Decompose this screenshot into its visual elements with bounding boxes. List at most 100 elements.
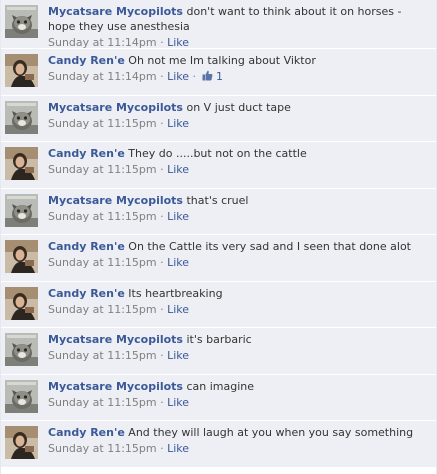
comment-row: Candy Ren'e And they will laugh at you w… xyxy=(1,421,436,468)
comment-timestamp[interactable]: Sunday at 11:15pm xyxy=(48,349,157,362)
comment-meta: Sunday at 11:15pm · Like xyxy=(48,116,430,131)
comment-text: that's cruel xyxy=(186,193,249,207)
meta-separator: · xyxy=(160,209,164,223)
like-link[interactable]: Like xyxy=(167,210,189,223)
comment-text: can imagine xyxy=(186,379,255,393)
comment-timestamp[interactable]: Sunday at 11:15pm xyxy=(48,210,157,223)
comment-row: Mycatsare Mycopilots can imagine Sunday a… xyxy=(1,374,436,421)
meta-separator: · xyxy=(160,70,164,83)
comment-author-link[interactable]: Candy Ren'e xyxy=(48,147,125,160)
cat-avatar[interactable] xyxy=(5,5,38,38)
comment-meta: Sunday at 11:15pm · Like xyxy=(48,302,430,317)
like-link[interactable]: Like xyxy=(167,442,189,455)
cat-avatar[interactable] xyxy=(5,193,38,227)
woman-avatar[interactable] xyxy=(5,426,38,459)
comment-timestamp[interactable]: Sunday at 11:15pm xyxy=(48,163,157,176)
meta-separator: · xyxy=(160,442,164,455)
comment-timestamp[interactable]: Sunday at 11:15pm xyxy=(48,256,157,269)
like-link[interactable]: Like xyxy=(167,396,189,409)
comment-author-link[interactable]: Candy Ren'e xyxy=(48,240,125,253)
comment-body: Candy Ren'e They do .....but not on the … xyxy=(48,146,430,161)
comment-meta: Sunday at 11:15pm · Like xyxy=(48,441,430,456)
comment-timestamp[interactable]: Sunday at 11:15pm xyxy=(48,303,157,316)
cat-avatar-image xyxy=(5,5,38,38)
comment-author-link[interactable]: Mycatsare Mycopilots xyxy=(48,380,183,393)
comment-meta: Sunday at 11:14pm · Like xyxy=(48,35,430,50)
comment-row: Mycatsare Mycopilots that's cruel Sunday … xyxy=(1,188,436,235)
like-link[interactable]: Like xyxy=(167,70,189,83)
comment-body: Mycatsare Mycopilots it's barbaric xyxy=(48,332,430,347)
likes-count: 1 xyxy=(216,70,224,83)
woman-avatar-image xyxy=(5,147,38,180)
comment-body: Candy Ren'e Its heartbreaking xyxy=(48,286,430,301)
comment-text: And they will laugh at you when you say … xyxy=(128,426,414,439)
comment-meta: Sunday at 11:15pm · Like xyxy=(48,209,430,224)
woman-avatar-image xyxy=(5,54,38,87)
comment-author-link[interactable]: Mycatsare Mycopilots xyxy=(48,194,183,207)
woman-avatar[interactable] xyxy=(5,54,38,87)
meta-separator: · xyxy=(192,70,197,83)
comment-timestamp[interactable]: Sunday at 11:14pm xyxy=(48,36,157,49)
like-link[interactable]: Like xyxy=(167,117,189,130)
woman-avatar[interactable] xyxy=(5,286,38,320)
comment-text: They do .....but not on the cattle xyxy=(128,147,307,160)
comment-body: Candy Ren'e Oh not me Im talking about V… xyxy=(48,53,430,68)
comment-thread: Mycatsare Mycopilots don't want to think… xyxy=(0,0,437,474)
comment-timestamp[interactable]: Sunday at 11:15pm xyxy=(48,396,157,409)
thumbs-up-icon xyxy=(202,70,212,81)
cat-avatar-image xyxy=(5,193,38,227)
like-link[interactable]: Like xyxy=(167,256,189,269)
comment-author-link[interactable]: Candy Ren'e xyxy=(48,54,125,67)
comment-meta: Sunday at 11:15pm · Like xyxy=(48,162,430,177)
comment-text: on V just duct tape xyxy=(186,100,291,114)
comment-timestamp[interactable]: Sunday at 11:15pm xyxy=(48,442,157,455)
comment-timestamp[interactable]: Sunday at 11:14pm xyxy=(48,70,157,83)
comment-text: Its heartbreaking xyxy=(128,286,223,300)
comment-author-link[interactable]: Mycatsare Mycopilots xyxy=(48,5,183,18)
cat-avatar[interactable] xyxy=(5,379,38,413)
woman-avatar-image xyxy=(5,240,38,273)
comment-row: Mycatsare Mycopilots it's barbaric Sunday… xyxy=(1,328,436,375)
comment-body: Candy Ren'e And they will laugh at you w… xyxy=(48,425,430,440)
meta-separator: · xyxy=(160,395,164,409)
woman-avatar[interactable] xyxy=(5,147,38,180)
comment-author-link[interactable]: Mycatsare Mycopilots xyxy=(48,101,183,114)
comment-timestamp[interactable]: Sunday at 11:15pm xyxy=(48,117,157,130)
comment-body: Mycatsare Mycopilots can imagine xyxy=(48,379,430,394)
like-link[interactable]: Like xyxy=(167,303,189,316)
comment-row: Mycatsare Mycopilots don't want to think… xyxy=(1,0,436,49)
comment-body: Mycatsare Mycopilots on V just duct tape xyxy=(48,100,430,115)
comment-body: Mycatsare Mycopilots that's cruel xyxy=(48,193,430,208)
comment-row: Candy Ren'e Oh not me Im talking about V… xyxy=(1,49,436,96)
comment-author-link[interactable]: Mycatsare Mycopilots xyxy=(48,333,183,346)
cat-avatar[interactable] xyxy=(5,100,38,134)
cat-avatar-image xyxy=(5,333,38,366)
comment-meta: Sunday at 11:15pm · Like xyxy=(48,255,430,270)
cat-avatar-image xyxy=(5,100,38,134)
meta-separator: · xyxy=(160,256,164,269)
comment-meta: Sunday at 11:15pm · Like xyxy=(48,348,430,363)
meta-separator: · xyxy=(160,36,164,49)
comment-text: it's barbaric xyxy=(186,333,252,346)
cat-avatar[interactable] xyxy=(5,333,38,366)
comment-text: On the Cattle its very sad and I seen th… xyxy=(128,240,411,253)
cat-avatar-image xyxy=(5,379,38,413)
comment-row: Mycatsare Mycopilots on V just duct tape… xyxy=(1,95,436,142)
comment-meta: Sunday at 11:14pm · Like · 1 xyxy=(48,69,430,84)
comment-body: Candy Ren'e On the Cattle its very sad a… xyxy=(48,239,430,254)
comment-text: Oh not me Im talking about Viktor xyxy=(128,54,316,67)
comment-row: Candy Ren'e On the Cattle its very sad a… xyxy=(1,235,436,282)
comment-row: Candy Ren'e They do .....but not on the … xyxy=(1,142,436,189)
like-link[interactable]: Like xyxy=(167,349,189,362)
woman-avatar[interactable] xyxy=(5,240,38,273)
comment-author-link[interactable]: Candy Ren'e xyxy=(48,287,125,300)
like-link[interactable]: Like xyxy=(167,36,189,49)
comment-body: Mycatsare Mycopilots don't want to think… xyxy=(48,4,430,34)
comment-meta: Sunday at 11:15pm · Like xyxy=(48,395,430,410)
woman-avatar-image xyxy=(5,286,38,320)
likes-count-link[interactable]: 1 xyxy=(200,70,224,83)
like-link[interactable]: Like xyxy=(167,163,189,176)
woman-avatar-image xyxy=(5,426,38,459)
comment-row: Candy Ren'e Its heartbreaking Sunday at 1… xyxy=(1,281,436,328)
comment-author-link[interactable]: Candy Ren'e xyxy=(48,426,125,439)
